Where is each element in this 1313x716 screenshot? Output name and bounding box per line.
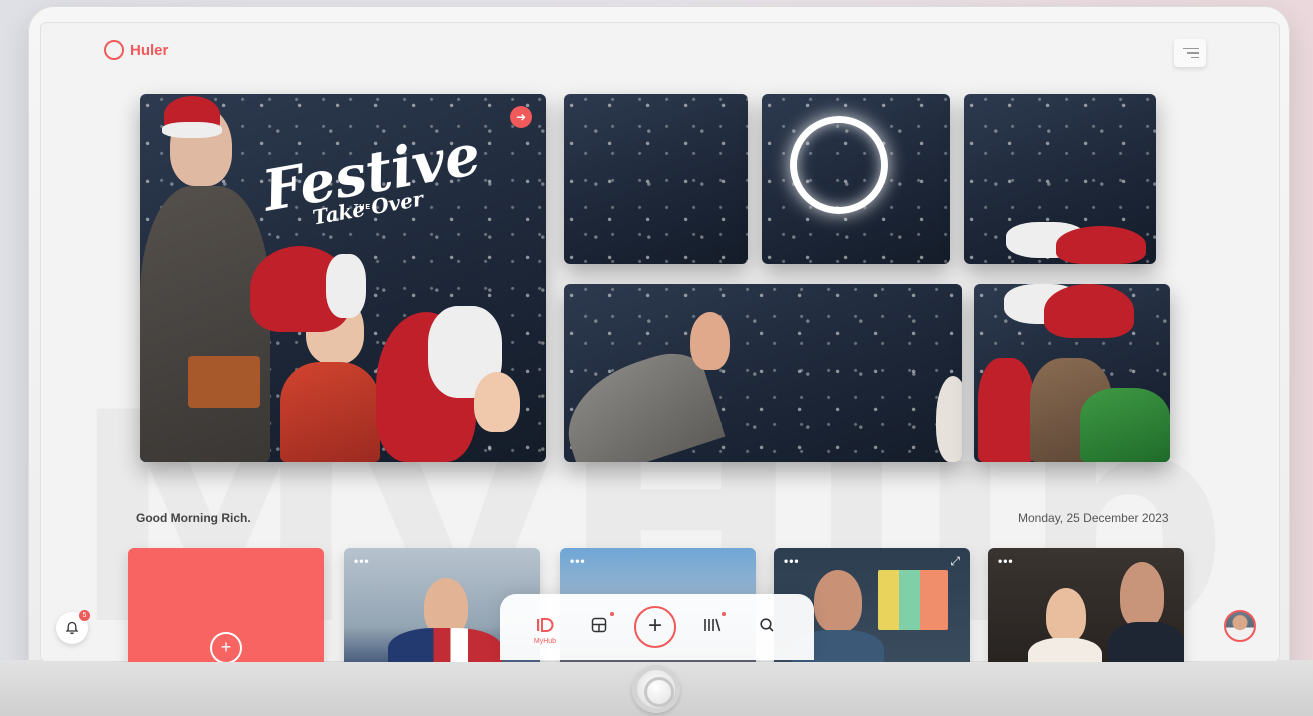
- notifications-button[interactable]: 5: [56, 610, 90, 644]
- family-tile[interactable]: [974, 284, 1170, 462]
- santa-hat: [1056, 226, 1146, 264]
- library-icon: [704, 618, 721, 632]
- card-menu-icon[interactable]: •••: [784, 554, 800, 568]
- menu-line-icon: [1183, 47, 1199, 50]
- ring-tile[interactable]: [762, 94, 950, 264]
- nav-indicator-dot: [610, 612, 614, 616]
- arrow-right-icon[interactable]: ➜: [510, 106, 532, 128]
- avatar[interactable]: [1224, 610, 1256, 642]
- nav-add-button[interactable]: +: [634, 606, 676, 648]
- santa-tile[interactable]: [964, 94, 1156, 264]
- snow-tile[interactable]: [564, 94, 748, 264]
- flag-shoulders: [388, 628, 502, 662]
- man-face: [1120, 562, 1164, 628]
- santa-hat: [1044, 284, 1134, 338]
- add-card[interactable]: +: [128, 548, 324, 662]
- coat-green: [1080, 388, 1170, 462]
- search-icon: [760, 618, 774, 632]
- child-head: [936, 376, 962, 462]
- device: MyHub Huler THE Festive Take O: [0, 0, 1313, 716]
- expand-icon[interactable]: ⤢: [950, 554, 960, 569]
- menu-line-icon: [1187, 52, 1199, 54]
- layout-icon: [591, 617, 607, 633]
- media-card[interactable]: •••: [988, 548, 1184, 662]
- plus-icon[interactable]: +: [210, 632, 242, 662]
- coat-red: [978, 358, 1034, 462]
- bottom-nav: MyHub +: [500, 594, 814, 660]
- nav-indicator-dot: [722, 612, 726, 616]
- menu-line-icon: [1191, 56, 1199, 59]
- bell-icon: [65, 621, 79, 635]
- featured-tile[interactable]: THE Festive Take Over ➜: [140, 94, 546, 462]
- logo-ring-icon: [104, 40, 124, 60]
- santa-hat-rim: [326, 254, 366, 318]
- brand-name: Huler: [130, 41, 169, 59]
- nav-layout[interactable]: [586, 612, 612, 638]
- woman-face: [1046, 588, 1086, 642]
- nav-myhub[interactable]: [532, 612, 558, 638]
- card-menu-icon[interactable]: •••: [570, 554, 586, 568]
- nav-library[interactable]: [699, 612, 725, 638]
- gift-box: [188, 356, 260, 408]
- man-face: [814, 570, 862, 632]
- suit: [1108, 622, 1184, 662]
- person-child: [474, 372, 520, 432]
- notification-badge: 5: [79, 610, 90, 621]
- screen: MyHub Huler THE Festive Take O: [40, 22, 1280, 662]
- brand-logo[interactable]: Huler: [104, 40, 168, 60]
- pointing-hand: [690, 312, 730, 370]
- menu-button[interactable]: [1174, 39, 1206, 67]
- coat-grandpa: [140, 186, 270, 462]
- glowing-ring-icon: [790, 116, 888, 214]
- blouse: [1028, 638, 1102, 662]
- date-text: Monday, 25 December 2023: [1018, 511, 1169, 525]
- myhub-icon: [537, 618, 554, 632]
- card-menu-icon[interactable]: •••: [354, 554, 370, 568]
- pointing-tile[interactable]: [564, 284, 962, 462]
- card-menu-icon[interactable]: •••: [998, 554, 1014, 568]
- nav-myhub-label: MyHub: [533, 638, 557, 645]
- nav-search[interactable]: [754, 612, 780, 638]
- sticky-notes: [878, 570, 948, 630]
- santa-hat-rim: [162, 122, 222, 138]
- greeting-text: Good Morning Rich.: [136, 511, 251, 525]
- coat-girl: [280, 362, 380, 462]
- home-button[interactable]: [632, 665, 680, 713]
